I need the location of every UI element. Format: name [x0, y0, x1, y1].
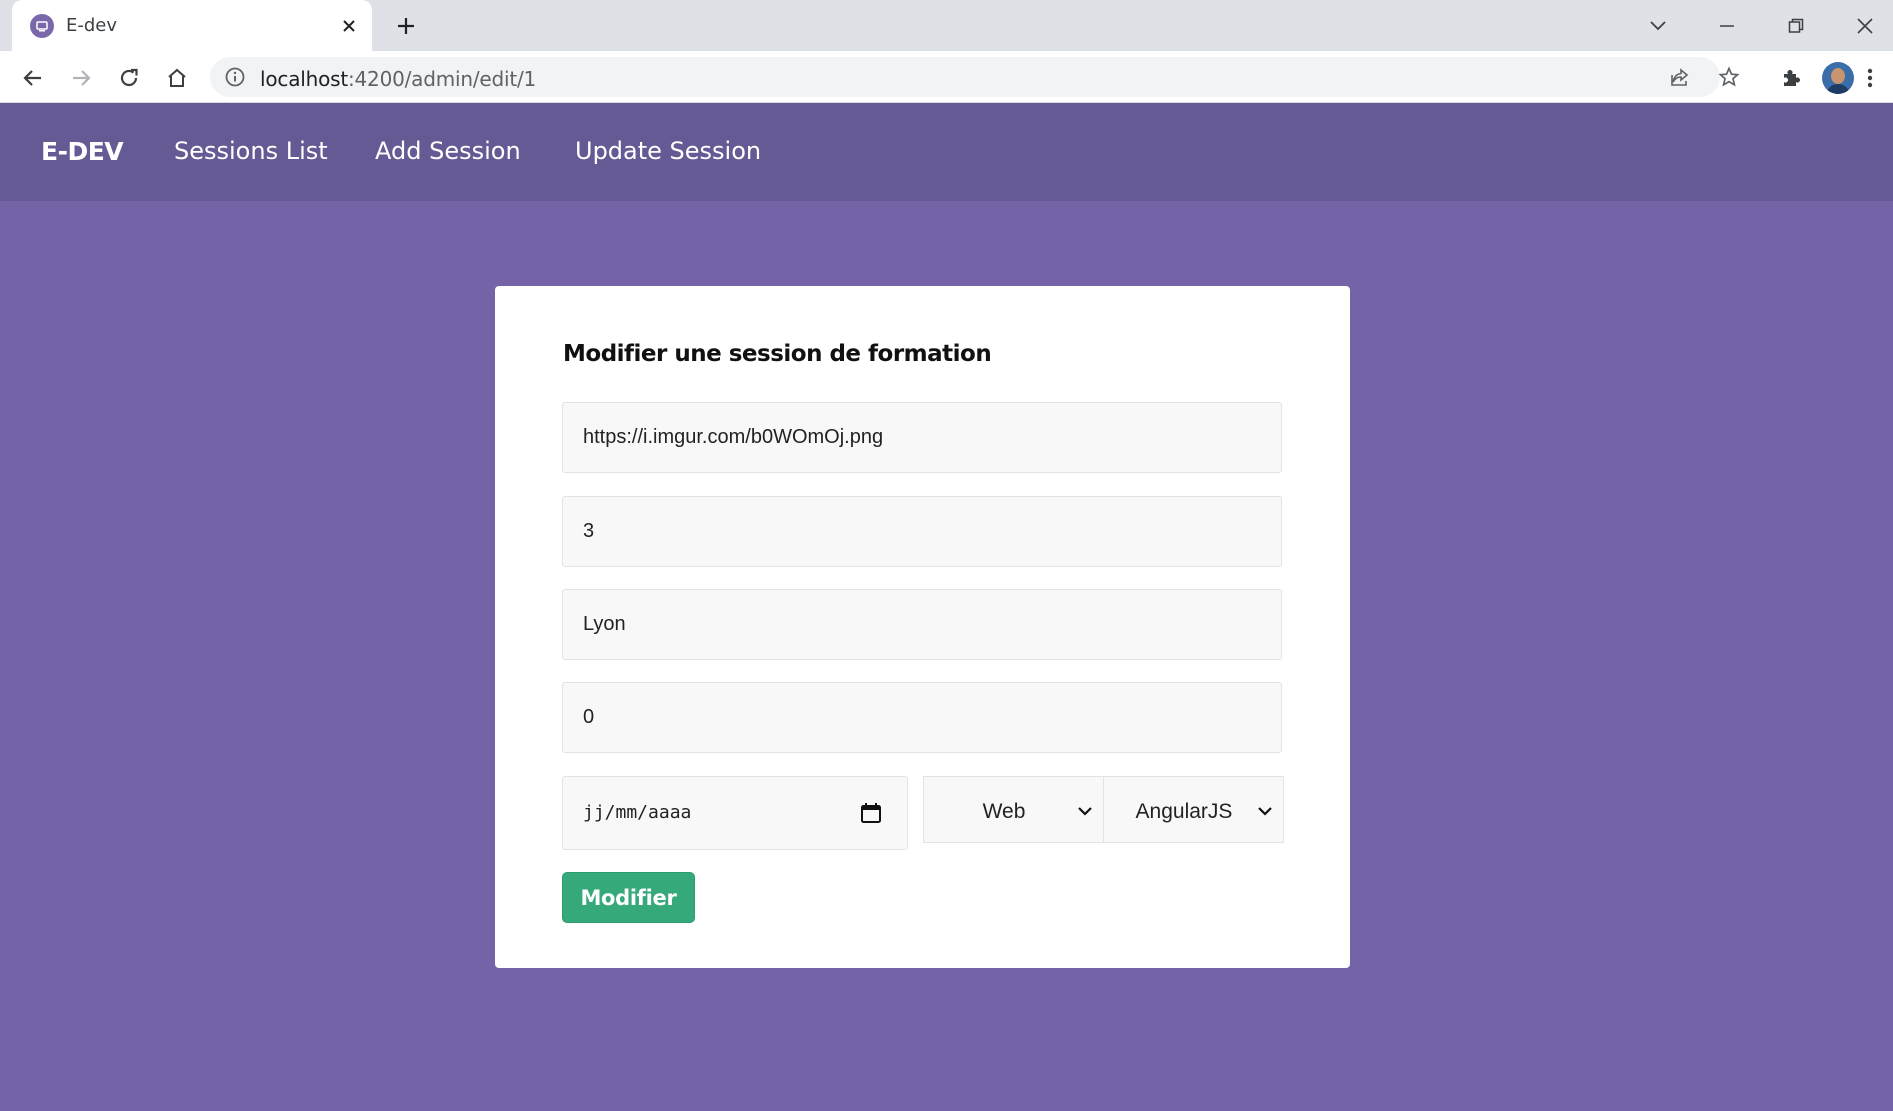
share-icon[interactable] — [1666, 63, 1694, 91]
forward-icon[interactable] — [64, 61, 98, 95]
modify-button[interactable]: Modifier — [562, 872, 695, 923]
nav-update-session[interactable]: Update Session — [575, 137, 761, 165]
minimize-icon[interactable] — [1707, 8, 1747, 44]
reload-icon[interactable] — [112, 61, 146, 95]
technology-select[interactable]: AngularJS — [1103, 776, 1284, 843]
info-icon[interactable] — [224, 66, 246, 88]
field-4-input[interactable] — [562, 682, 1282, 753]
address-bar[interactable]: localhost:4200/admin/edit/1 — [210, 57, 1740, 97]
back-icon[interactable] — [16, 61, 50, 95]
nav-sessions-list[interactable]: Sessions List — [174, 137, 328, 165]
chevron-down-icon — [1078, 807, 1092, 816]
favicon-icon — [30, 14, 54, 38]
brand-logo[interactable]: E-DEV — [41, 137, 124, 166]
home-icon[interactable] — [160, 61, 194, 95]
category-select[interactable]: Web — [923, 776, 1104, 843]
app-navbar: E-DEV Sessions List Add Session Update S… — [0, 103, 1893, 201]
category-value: Web — [982, 800, 1026, 823]
new-tab-icon[interactable] — [390, 10, 422, 42]
extensions-icon[interactable] — [1774, 61, 1808, 95]
city-input[interactable] — [562, 589, 1282, 660]
edit-session-card: Modifier une session de formation jj/mm/… — [495, 286, 1350, 968]
form-title: Modifier une session de formation — [563, 341, 992, 367]
date-input[interactable]: jj/mm/aaaa — [562, 776, 908, 850]
chevron-down-icon — [1258, 807, 1272, 816]
url-path: :4200/admin/edit/1 — [347, 67, 537, 91]
image-url-input[interactable] — [562, 402, 1282, 473]
bookmark-star-icon[interactable] — [1715, 63, 1743, 91]
browser-toolbar: localhost:4200/admin/edit/1 — [0, 51, 1893, 103]
close-tab-icon[interactable] — [336, 13, 362, 39]
technology-value: AngularJS — [1135, 800, 1233, 823]
calendar-icon[interactable] — [859, 801, 883, 825]
restore-icon[interactable] — [1776, 8, 1816, 44]
tab-title: E-dev — [66, 15, 118, 36]
browser-tab[interactable]: E-dev — [12, 0, 372, 51]
nav-add-session[interactable]: Add Session — [375, 137, 521, 165]
date-placeholder: jj/mm/aaaa — [583, 802, 692, 823]
field-2-input[interactable] — [562, 496, 1282, 567]
tab-search-icon[interactable] — [1638, 8, 1678, 44]
browser-tabstrip: E-dev — [0, 0, 1893, 51]
profile-avatar[interactable] — [1822, 62, 1854, 94]
menu-kebab-icon[interactable] — [1860, 61, 1880, 95]
close-window-icon[interactable] — [1845, 8, 1885, 44]
url-text[interactable]: localhost:4200/admin/edit/1 — [260, 67, 536, 91]
url-host: localhost — [260, 67, 348, 91]
